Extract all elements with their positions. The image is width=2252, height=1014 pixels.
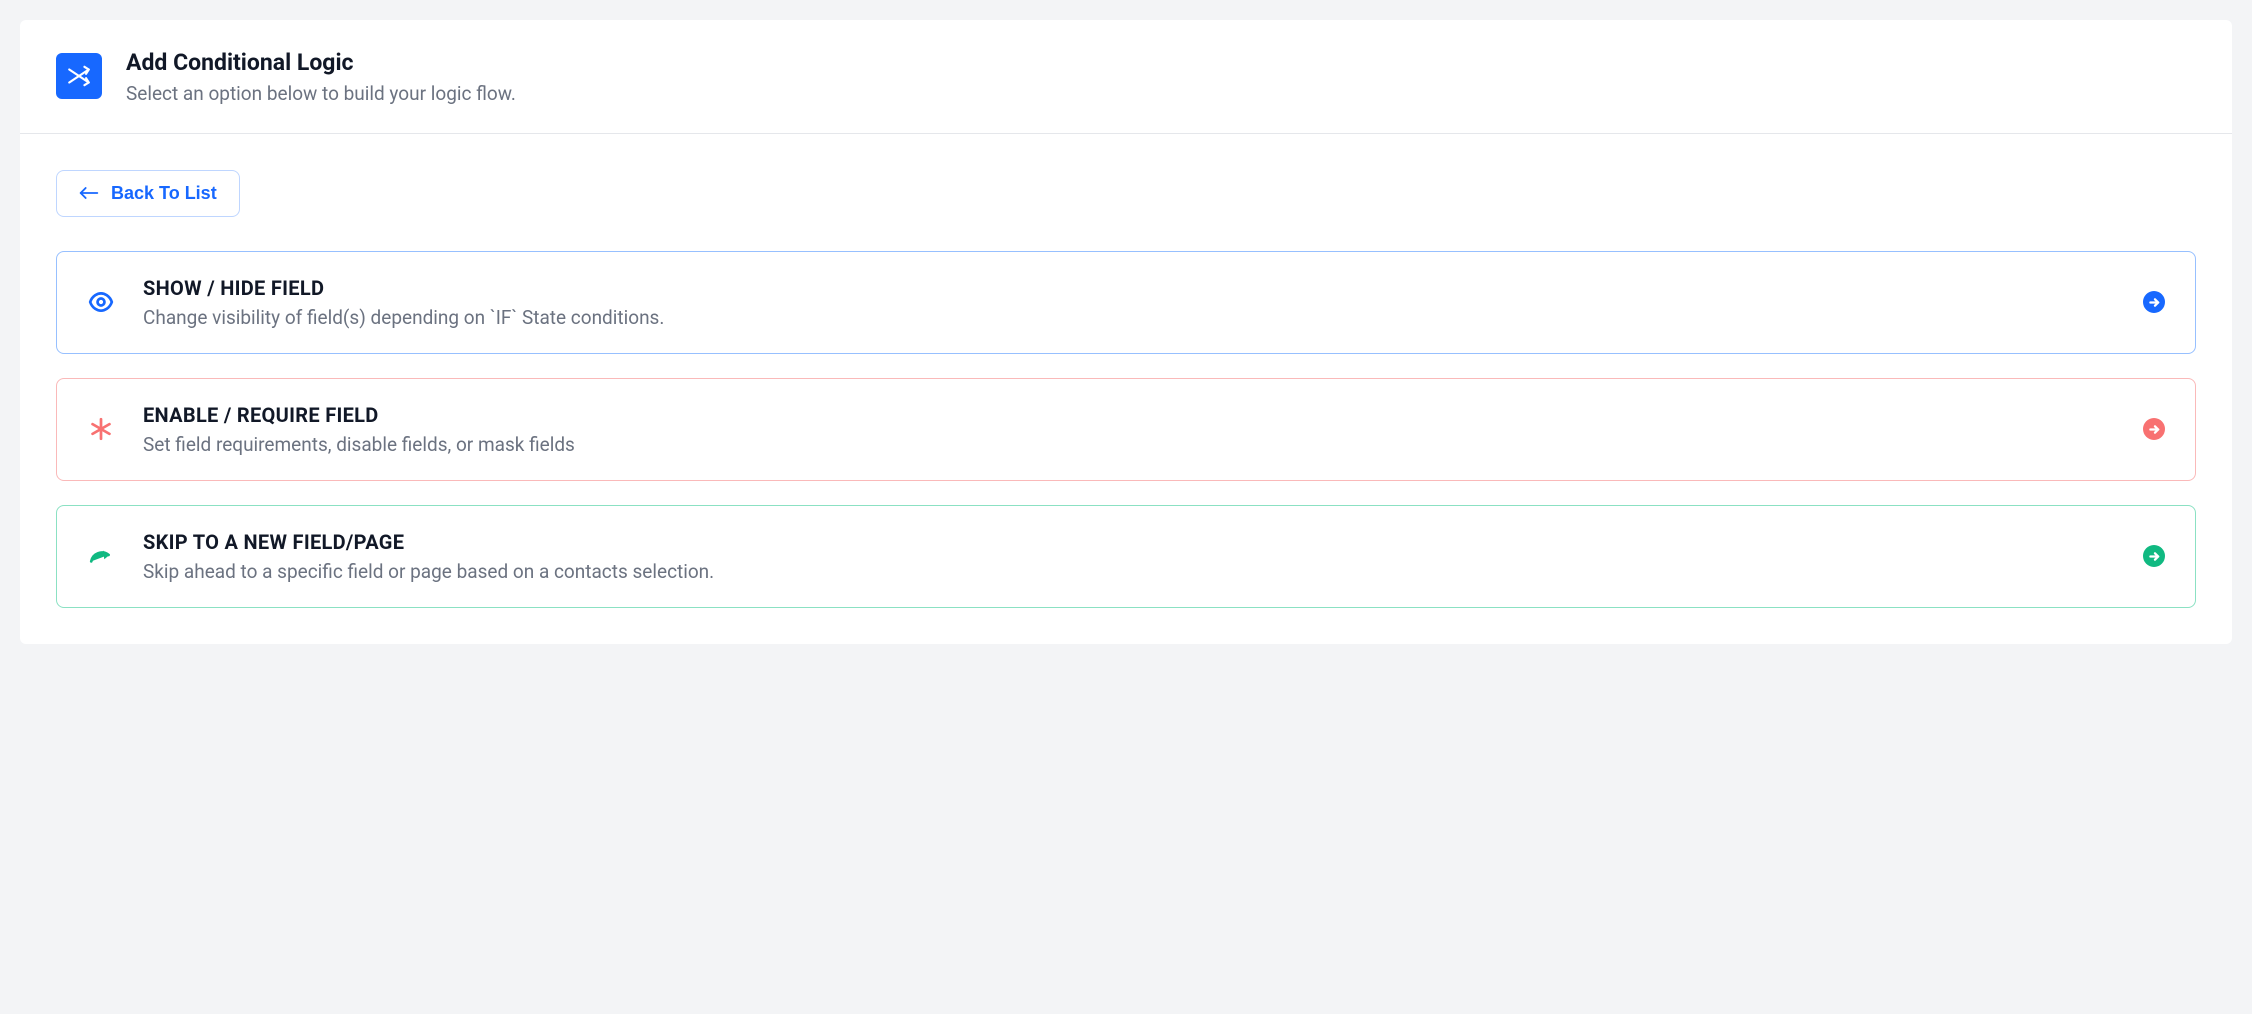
back-button-label: Back To List: [111, 183, 217, 204]
eye-icon: [87, 289, 115, 315]
panel-content: Back To List SHOW / HIDE FIELD Change vi…: [20, 134, 2232, 644]
back-to-list-button[interactable]: Back To List: [56, 170, 240, 217]
option-title: SKIP TO A NEW FIELD/PAGE: [143, 530, 2115, 554]
option-desc: Set field requirements, disable fields, …: [143, 433, 2115, 456]
option-enable-require-field[interactable]: ENABLE / REQUIRE FIELD Set field require…: [56, 378, 2196, 481]
header-text: Add Conditional Logic Select an option b…: [126, 48, 516, 105]
options-list: SHOW / HIDE FIELD Change visibility of f…: [56, 251, 2196, 608]
option-skip-to-field-page[interactable]: SKIP TO A NEW FIELD/PAGE Skip ahead to a…: [56, 505, 2196, 608]
option-show-hide-field[interactable]: SHOW / HIDE FIELD Change visibility of f…: [56, 251, 2196, 354]
option-text: SHOW / HIDE FIELD Change visibility of f…: [143, 276, 2115, 329]
shuffle-icon: [56, 53, 102, 99]
arrow-right-icon: [2143, 418, 2165, 440]
arrow-right-icon: [2143, 291, 2165, 313]
page-subtitle: Select an option below to build your log…: [126, 82, 516, 105]
arrow-right-icon: [2143, 545, 2165, 567]
option-text: SKIP TO A NEW FIELD/PAGE Skip ahead to a…: [143, 530, 2115, 583]
option-desc: Change visibility of field(s) depending …: [143, 306, 2115, 329]
arrow-left-icon: [79, 185, 99, 201]
asterisk-icon: [87, 416, 115, 442]
option-text: ENABLE / REQUIRE FIELD Set field require…: [143, 403, 2115, 456]
option-desc: Skip ahead to a specific field or page b…: [143, 560, 2115, 583]
panel-header: Add Conditional Logic Select an option b…: [20, 20, 2232, 134]
option-title: ENABLE / REQUIRE FIELD: [143, 403, 2115, 427]
page-title: Add Conditional Logic: [126, 48, 516, 78]
redo-icon: [87, 543, 115, 569]
option-title: SHOW / HIDE FIELD: [143, 276, 2115, 300]
panel: Add Conditional Logic Select an option b…: [20, 20, 2232, 644]
